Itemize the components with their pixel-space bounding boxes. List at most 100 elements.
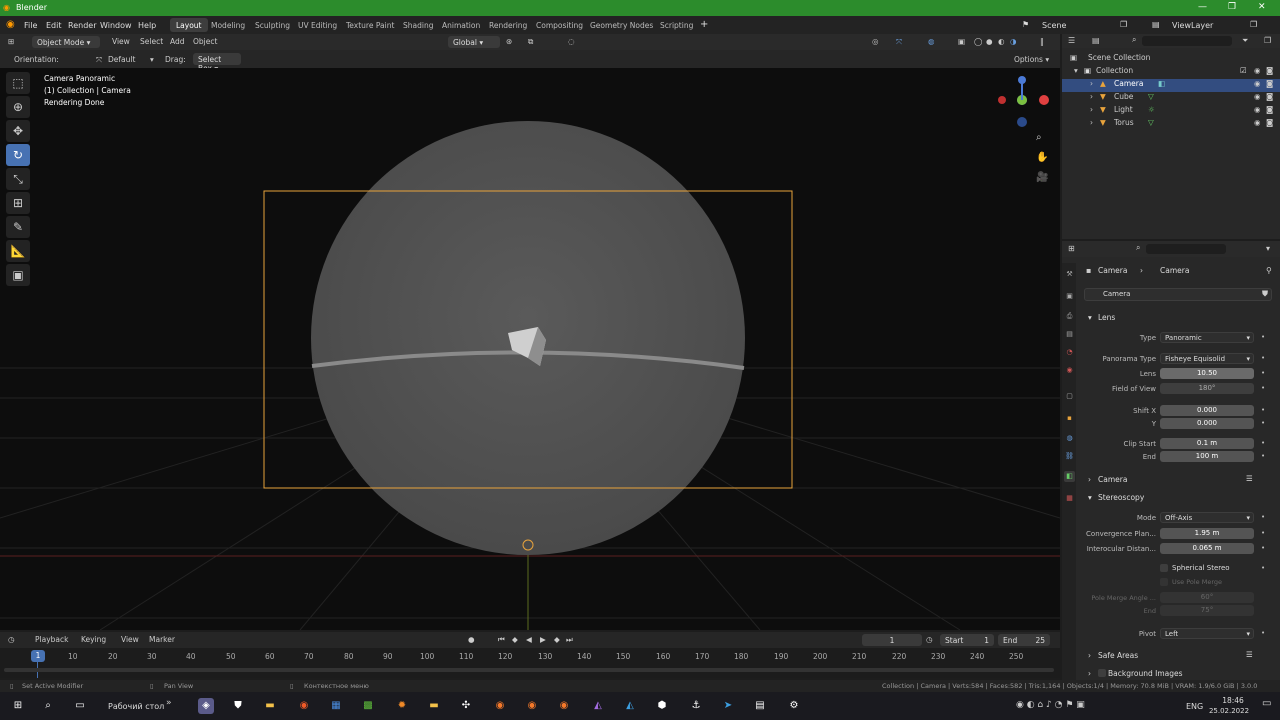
3d-viewport[interactable]: ⬚ ⊕ ✥ ↻ ⤡ ⊞ ✎ 📐 ▣ Camera Panoramic (1) C… [0,68,1060,630]
eye-icon[interactable]: ◉ [1254,92,1261,101]
tool-tab-icon[interactable]: ⚒ [1064,269,1075,280]
notifications-icon[interactable]: ▭ [1262,698,1271,709]
collection-tab-icon[interactable]: ▢ [1064,391,1075,402]
expand-icon[interactable]: › [1090,105,1093,114]
tab-rendering[interactable]: Rendering [483,18,533,32]
expand-icon[interactable]: › [1090,118,1093,127]
pole-merge-checkbox[interactable] [1160,578,1168,586]
pole-merge-angle-field[interactable]: 60° [1160,592,1254,603]
visibility-icon[interactable]: ◎ [872,37,879,46]
safe-areas-section-header[interactable]: Safe Areas [1098,651,1138,660]
camera-render-icon[interactable]: ◙ [1266,118,1273,127]
vscode-icon[interactable]: ◭ [622,698,638,714]
interocular-field[interactable]: 0.065 m [1160,543,1254,554]
blender-taskbar-icon[interactable]: ◉ [556,698,572,714]
viewlayer-copy-icon[interactable]: ❐ [1250,20,1257,29]
properties-search-input[interactable] [1146,244,1226,254]
shading-wireframe-icon[interactable]: ◯ [974,37,982,46]
gizmo-icon[interactable]: ⤧ [896,37,902,47]
prev-key-icon[interactable]: ◆ [512,635,518,644]
camera-render-icon[interactable]: ◙ [1266,66,1273,75]
menu-view[interactable]: View [112,37,130,46]
select-tool-icon[interactable]: ⬚ [6,72,30,94]
telegram-icon[interactable]: ➤ [720,698,736,714]
filter-icon[interactable]: ⏷ [1242,36,1248,46]
desktop-toolbar-label[interactable]: Рабочий стол [108,702,164,711]
eye-icon[interactable]: ◉ [1254,79,1261,88]
chevron-down-icon[interactable]: ▾ [1266,244,1270,253]
stereo-mode-dropdown[interactable]: Off-Axis ▾ [1160,512,1254,523]
app-icon[interactable]: ◈ [198,698,214,714]
camera-render-icon[interactable]: ◙ [1266,79,1273,88]
minimize-icon[interactable]: — [1198,2,1207,12]
animate-dot-icon[interactable]: • [1261,406,1265,414]
app-icon[interactable]: ▦ [328,698,344,714]
menu-file[interactable]: File [24,21,37,30]
spherical-stereo-checkbox[interactable] [1160,564,1168,572]
texture-tab-icon[interactable]: ▦ [1064,493,1075,504]
expand-icon[interactable]: › [1088,475,1091,484]
properties-search-icon[interactable]: ⌕ [1136,243,1140,253]
camera-render-icon[interactable]: ◙ [1266,105,1273,114]
tab-texture-paint[interactable]: Texture Paint [340,18,400,32]
expand-icon[interactable]: ▾ [1074,66,1078,75]
file-explorer-icon[interactable]: ▬ [262,698,278,714]
blender-taskbar-icon[interactable]: ◉ [492,698,508,714]
output-tab-icon[interactable]: ⎙ [1064,311,1075,322]
search-icon[interactable]: ⌕ [40,698,56,714]
xray-icon[interactable]: ▣ [958,37,965,46]
animate-dot-icon[interactable]: • [1261,544,1265,552]
hand-pan-icon[interactable]: ✋ [1036,152,1048,163]
next-key-icon[interactable]: ◆ [554,635,560,644]
animate-dot-icon[interactable]: • [1261,384,1265,392]
blender-menu-icon[interactable]: ◉ [6,19,15,30]
sidebar-toggle-icon[interactable]: ‖ [1040,37,1044,46]
pole-merge-end-field[interactable]: 75° [1160,605,1254,616]
tab-scripting[interactable]: Scripting [654,18,699,32]
menu-window[interactable]: Window [100,21,132,30]
menu-add[interactable]: Add [170,37,185,46]
mode-dropdown[interactable]: Object Mode ▾ [32,36,100,48]
object-tab-icon[interactable]: ▪ [1064,413,1075,424]
add-workspace-icon[interactable]: + [700,19,708,30]
tab-layout[interactable]: Layout [170,18,208,32]
app-icon[interactable]: ⚙ [786,698,802,714]
app-icon[interactable]: ✣ [458,698,474,714]
outliner-collection[interactable]: ▾ ▣ Collection ☑ ◉ ◙ [1062,66,1280,79]
gizmo-neg-x-icon[interactable] [998,96,1006,104]
playhead[interactable]: 1 [31,650,45,662]
menu-object[interactable]: Object [193,37,217,46]
app-icon[interactable]: ⬢ [654,698,670,714]
shading-material-icon[interactable]: ◐ [998,37,1005,46]
outliner-item-cube[interactable]: › ▼ Cube ▽ ◉ ◙ [1062,92,1280,105]
animate-dot-icon[interactable]: • [1261,529,1265,537]
presets-icon[interactable]: ☰ [1246,474,1253,483]
animate-dot-icon[interactable]: • [1261,439,1265,447]
start-frame-field[interactable]: Start 1 [940,634,994,646]
add-cube-tool-icon[interactable]: ▣ [6,264,30,286]
expand-icon[interactable]: › [1088,651,1091,660]
toolbar-expand-icon[interactable]: » [166,698,172,708]
timeline-view-menu[interactable]: View [121,635,139,644]
app-icon[interactable]: ▩ [360,698,376,714]
outliner-item-light[interactable]: › ▼ Light ☼ ◉ ◙ [1062,105,1280,118]
expand-icon[interactable]: ▾ [1088,313,1092,322]
current-frame-field[interactable]: 1 [862,634,922,646]
jump-start-icon[interactable]: ⏮ [498,635,505,645]
end-frame-field[interactable]: End 25 [998,634,1050,646]
viewlayer-icon[interactable]: ▤ [1152,20,1160,29]
outliner-item-camera[interactable]: › ▲ Camera ◧ ◉ ◙ [1062,79,1280,92]
tab-animation[interactable]: Animation [436,18,486,32]
world-tab-icon[interactable]: ◉ [1064,365,1075,376]
timeline-scrollbar[interactable] [4,668,1054,672]
language-indicator[interactable]: ENG [1186,702,1203,711]
expand-icon[interactable]: › [1088,669,1091,678]
checkbox-icon[interactable]: ☑ [1240,66,1247,75]
shading-rendered-icon[interactable]: ◑ [1010,37,1017,46]
camera-render-icon[interactable]: ◙ [1266,92,1273,101]
task-view-icon[interactable]: ▭ [72,698,88,714]
animate-dot-icon[interactable]: • [1261,419,1265,427]
animate-dot-icon[interactable]: • [1261,333,1265,341]
gizmo-x-icon[interactable] [1039,95,1049,105]
tab-modeling[interactable]: Modeling [205,18,251,32]
